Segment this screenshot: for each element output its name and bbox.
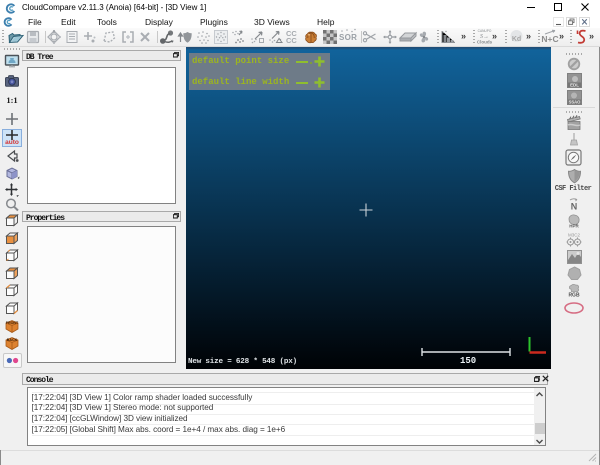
svg-text:M3C2: M3C2 — [568, 233, 581, 238]
svg-text:Kd: Kd — [512, 36, 521, 43]
svg-text:EDL: EDL — [570, 82, 579, 87]
svg-text:BACK: BACK — [7, 338, 18, 342]
svg-text:HPR: HPR — [569, 224, 579, 229]
svg-text:CANUPO: CANUPO — [478, 29, 492, 33]
svg-text:FRONT: FRONT — [6, 321, 19, 325]
svg-text:Clouds: Clouds — [477, 40, 493, 45]
svg-text:N+C: N+C — [541, 34, 558, 44]
svg-text:SSAO: SSAO — [569, 99, 582, 104]
svg-text:N: N — [571, 202, 578, 212]
svg-text:RGB: RGB — [568, 293, 580, 299]
